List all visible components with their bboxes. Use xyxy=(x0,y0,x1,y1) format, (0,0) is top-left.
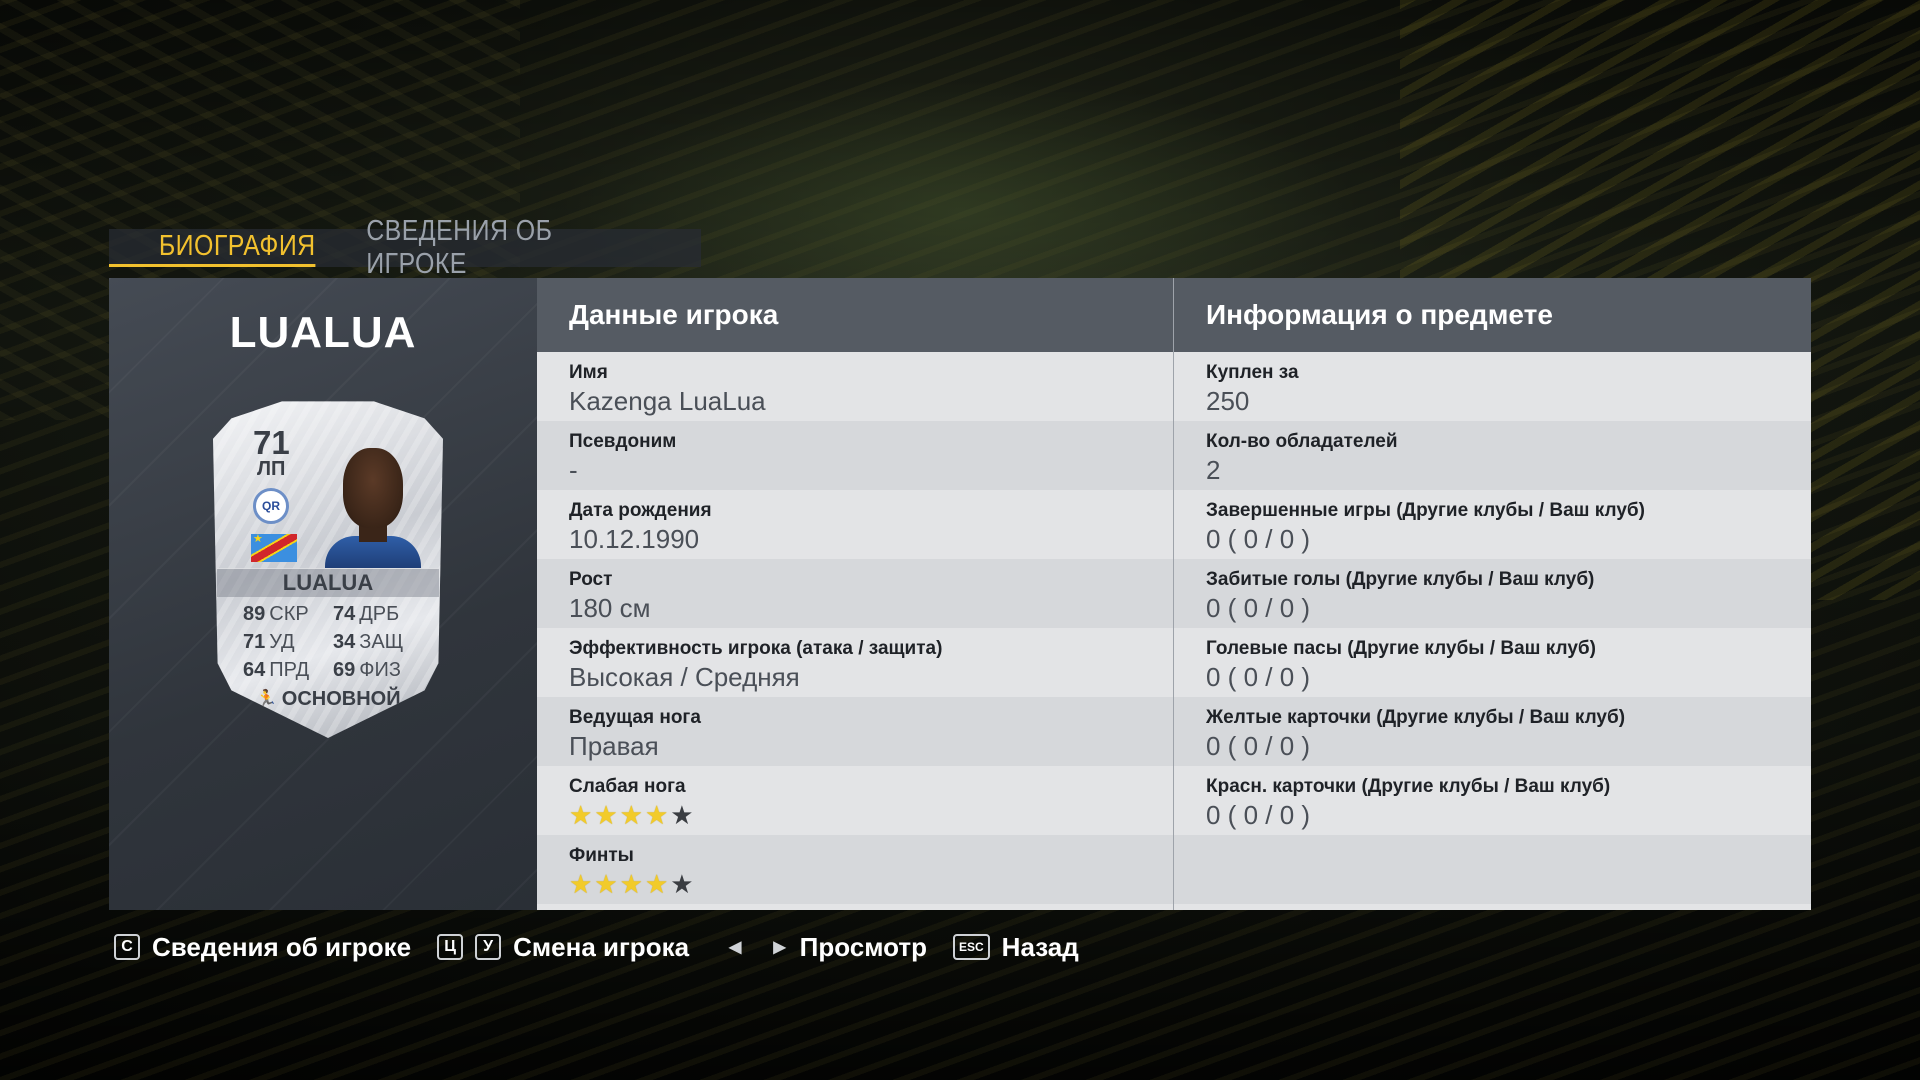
row-value: 0 ( 0 / 0 ) xyxy=(1206,800,1311,830)
row-label: Голевые пасы (Другие клубы / Ваш клуб) xyxy=(1206,638,1596,659)
row-value: Высокая / Средняя xyxy=(569,662,800,692)
table-row: Эффективность игрока (атака / защита) Вы… xyxy=(537,628,1173,697)
table-row xyxy=(1174,835,1811,904)
item-info-header: Информация о предмете xyxy=(1174,278,1811,352)
row-value: 250 xyxy=(1206,386,1250,416)
player-info-label: Сведения об игроке xyxy=(152,931,412,962)
row-value: 2 xyxy=(1206,455,1221,485)
row-value: 0 ( 0 / 0 ) xyxy=(1206,731,1311,761)
card-rating: 71 xyxy=(253,424,290,461)
row-label: Ведущая нога xyxy=(569,707,701,728)
row-label: Куплен за xyxy=(1206,362,1299,383)
row-value: Kazenga LuaLua xyxy=(569,386,766,416)
player-data-header: Данные игрока xyxy=(537,278,1173,352)
row-label: Красн. карточки (Другие клубы / Ваш клуб… xyxy=(1206,776,1611,797)
table-row: Псевдоним - xyxy=(537,421,1173,490)
star-filled-icon: ★ xyxy=(569,800,595,830)
club-badge-icon: QR xyxy=(253,488,289,524)
switch-player-label: Смена игрока xyxy=(513,931,690,962)
row-value: Правая xyxy=(569,731,659,761)
table-row: Куплен за 250 xyxy=(1174,352,1811,421)
row-label: Имя xyxy=(569,362,608,383)
table-row: Забитые голы (Другие клубы / Ваш клуб) 0… xyxy=(1174,559,1811,628)
back-label: Назад xyxy=(1001,931,1079,962)
row-label: Псевдоним xyxy=(569,431,677,452)
stat-shooting: 71 УД xyxy=(243,630,295,653)
arrow-right-icon: ▶ xyxy=(773,939,786,956)
item-info-table: Информация о предмете Куплен за 250 Кол-… xyxy=(1174,278,1811,910)
view-control[interactable]: ◀ ▶ Просмотр xyxy=(715,932,927,963)
stat-physical: 69 ФИЗ xyxy=(333,658,401,681)
star-empty-icon: ★ xyxy=(670,869,696,899)
card-position: ЛП xyxy=(257,458,286,480)
row-label: Финты xyxy=(569,845,634,866)
tab-biography[interactable]: БИОГРАФИЯ xyxy=(109,229,316,267)
row-label: Эффективность игрока (атака / защита) xyxy=(569,638,943,659)
star-filled-icon: ★ xyxy=(594,869,620,899)
key-c-icon: C xyxy=(114,934,140,960)
table-row: Завершенные игры (Другие клубы / Ваш клу… xyxy=(1174,490,1811,559)
star-filled-icon: ★ xyxy=(594,800,620,830)
row-value: 0 ( 0 / 0 ) xyxy=(1206,662,1311,692)
tab-player-info[interactable]: СВЕДЕНИЯ ОБ ИГРОКЕ xyxy=(349,215,652,280)
table-row: Имя Kazenga LuaLua xyxy=(537,352,1173,421)
row-label: Рост xyxy=(569,569,613,590)
card-stats: 89 СКР 74 ДРБ 71 УД 34 ЗАЩ 64 ПРД 69 ФИЗ xyxy=(243,600,423,684)
weak-foot-stars: ★★★★★ xyxy=(569,800,696,831)
row-value: - xyxy=(569,455,578,485)
table-row: Ведущая нога Правая xyxy=(537,697,1173,766)
row-value: 0 ( 0 / 0 ) xyxy=(1206,524,1311,554)
table-row: Кол-во обладателей 2 xyxy=(1174,421,1811,490)
row-label: Забитые голы (Другие клубы / Ваш клуб) xyxy=(1206,569,1595,590)
stat-passing: 64 ПРД xyxy=(243,658,310,681)
player-data-table: Данные игрока Имя Kazenga LuaLua Псевдон… xyxy=(537,278,1174,910)
view-label: Просмотр xyxy=(799,931,927,962)
row-label: Желтые карточки (Другие клубы / Ваш клуб… xyxy=(1206,707,1626,728)
key-esc-icon: ESC xyxy=(952,934,990,960)
chemistry-icon: 🏃 xyxy=(255,689,278,709)
player-info-control[interactable]: C Сведения об игроке xyxy=(114,932,411,963)
table-row: Красн. карточки (Другие клубы / Ваш клуб… xyxy=(1174,766,1811,835)
star-filled-icon: ★ xyxy=(619,800,645,830)
flag-icon: ★ xyxy=(251,534,297,562)
stat-pace: 89 СКР xyxy=(243,602,309,625)
player-card: 71 ЛП QR ★ LUALUA 89 СКР 74 ДРБ 71 УД 34 ЗАЩ xyxy=(213,401,443,738)
star-filled-icon: ★ xyxy=(644,869,671,899)
table-row: Слабая нога ★★★★★ xyxy=(537,766,1173,835)
star-empty-icon: ★ xyxy=(670,800,696,830)
stat-dribbling: 74 ДРБ xyxy=(333,602,400,625)
biography-panel: LUALUA 71 ЛП QR ★ LUALUA 89 СКР 74 ДРБ 71 У… xyxy=(109,278,1811,910)
row-label: Дата рождения xyxy=(569,500,712,521)
row-value: 0 ( 0 / 0 ) xyxy=(1206,593,1311,623)
card-area: LUALUA 71 ЛП QR ★ LUALUA 89 СКР 74 ДРБ 71 У… xyxy=(109,278,537,910)
back-control[interactable]: ESC Назад xyxy=(952,931,1079,963)
skill-moves-stars: ★★★★★ xyxy=(569,869,696,900)
table-row: Дата рождения 10.12.1990 xyxy=(537,490,1173,559)
player-portrait xyxy=(325,446,421,568)
row-label: Слабая нога xyxy=(569,776,686,797)
row-label: Кол-во обладателей xyxy=(1206,431,1398,452)
row-label: Завершенные игры (Другие клубы / Ваш клу… xyxy=(1206,500,1645,521)
row-value: 10.12.1990 xyxy=(569,524,700,554)
table-row: Голевые пасы (Другие клубы / Ваш клуб) 0… xyxy=(1174,628,1811,697)
player-surname: LUALUA xyxy=(229,308,417,357)
table-row: Желтые карточки (Другие клубы / Ваш клуб… xyxy=(1174,697,1811,766)
card-name: LUALUA xyxy=(217,568,439,597)
row-value: 180 см xyxy=(569,593,651,623)
table-row: Рост 180 см xyxy=(537,559,1173,628)
key-ts-icon: Ц xyxy=(437,934,464,960)
chemistry-style: 🏃 ОСНОВНОЙ xyxy=(255,688,401,710)
table-row: Финты ★★★★★ xyxy=(537,835,1173,904)
controls-bar: C Сведения об игроке Ц У Смена игрока ◀ … xyxy=(114,932,1105,962)
tab-bar: БИОГРАФИЯ СВЕДЕНИЯ ОБ ИГРОКЕ xyxy=(109,215,701,280)
stat-defending: 34 ЗАЩ xyxy=(333,630,404,653)
key-u-icon: У xyxy=(475,934,502,960)
arrow-left-icon: ◀ xyxy=(729,939,742,956)
star-filled-icon: ★ xyxy=(644,800,671,830)
switch-player-control[interactable]: Ц У Смена игрока xyxy=(437,932,689,963)
star-filled-icon: ★ xyxy=(569,869,595,899)
star-filled-icon: ★ xyxy=(619,869,645,899)
